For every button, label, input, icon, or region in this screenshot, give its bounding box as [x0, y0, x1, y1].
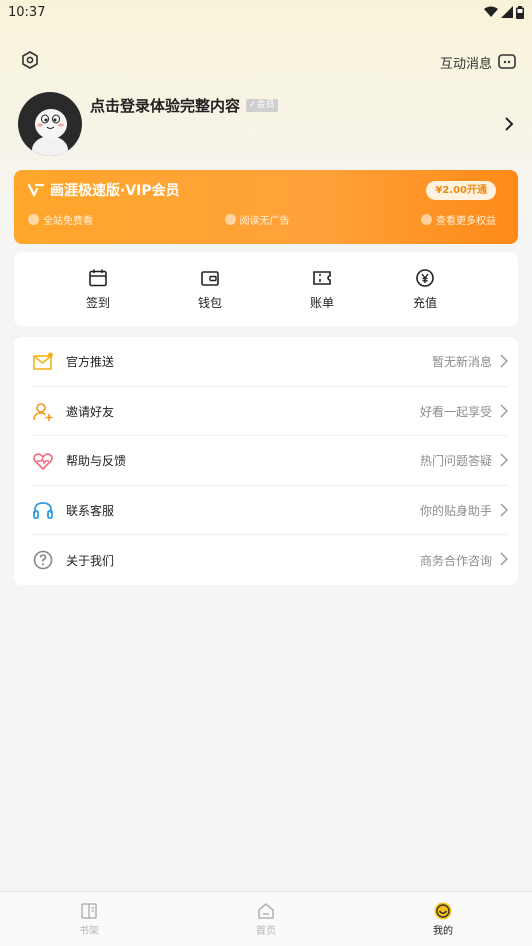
benefit-no-ads: 阅读无广告: [224, 212, 290, 227]
chevron-right-icon: [500, 404, 508, 418]
wallet-icon: [201, 271, 219, 286]
chevron-right-icon: [500, 503, 508, 517]
messages-button[interactable]: 互动消息: [440, 53, 516, 72]
chevron-right-icon[interactable]: [504, 116, 514, 135]
vip-card[interactable]: 画涯极速版·VIP会员 ¥2.00开通 全站免费看 阅读无广告 查看更多权益: [14, 170, 518, 244]
quick-action-checkin[interactable]: 签到: [68, 268, 128, 311]
wifi-icon: [484, 6, 498, 17]
vip-logo-icon: [28, 183, 44, 197]
menu-item-invite[interactable]: 邀请好友 好看一起享受: [14, 387, 518, 437]
menu-item-about[interactable]: 关于我们 商务合作咨询: [14, 535, 518, 585]
quick-action-wallet[interactable]: 钱包: [180, 268, 240, 311]
add-user-icon: [33, 402, 53, 421]
home-icon: [258, 903, 274, 919]
menu-item-help[interactable]: 帮助与反馈 热门问题答疑: [14, 436, 518, 486]
signal-icon: [501, 6, 513, 18]
headset-icon: [33, 501, 53, 519]
benefit-more[interactable]: 查看更多权益: [421, 212, 496, 227]
yen-coin-icon: [416, 269, 434, 287]
chevron-right-icon: [500, 354, 508, 368]
nav-item-home[interactable]: 首页: [226, 902, 306, 937]
member-badge: ✓会员: [246, 99, 278, 112]
status-icons: [484, 5, 524, 19]
profile-section[interactable]: 点击登录体验完整内容 ✓会员: [18, 92, 518, 156]
quick-actions-card: 签到 钱包 账单 充值: [14, 252, 518, 326]
status-bar: 10:37: [0, 0, 532, 24]
calendar-icon: [89, 269, 107, 287]
chevron-right-icon: [500, 552, 508, 566]
quick-action-bills[interactable]: 账单: [292, 268, 352, 311]
battery-icon: [516, 5, 524, 19]
mail-icon: [33, 352, 53, 370]
vip-benefits: 全站免费看 阅读无广告 查看更多权益: [28, 212, 496, 227]
nav-item-bookshelf[interactable]: 书架: [49, 902, 129, 937]
bottom-nav: 书架 首页 我的: [0, 891, 532, 946]
chevron-right-icon: [500, 453, 508, 467]
benefit-free: 全站免费看: [28, 212, 93, 227]
status-time: 10:37: [8, 4, 46, 20]
help-icon: [33, 551, 53, 570]
avatar[interactable]: [18, 92, 82, 156]
message-icon: [498, 54, 516, 69]
login-prompt[interactable]: 点击登录体验完整内容: [90, 95, 240, 116]
vip-open-button[interactable]: ¥2.00开通: [426, 181, 496, 200]
no-ads-icon: [224, 214, 236, 225]
ticket-icon: [313, 271, 331, 285]
profile-text: 点击登录体验完整内容 ✓会员: [90, 95, 278, 116]
nav-item-mine[interactable]: 我的: [403, 902, 483, 937]
quick-action-recharge[interactable]: 充值: [395, 268, 455, 311]
more-icon: [421, 214, 432, 225]
menu-item-official-push[interactable]: 官方推送 暂无新消息: [14, 337, 518, 387]
top-bar: 互动消息: [0, 46, 532, 78]
menu-item-customer-service[interactable]: 联系客服 你的贴身助手: [14, 486, 518, 536]
smile-icon: [434, 902, 452, 920]
bookshelf-icon: [81, 903, 97, 919]
settings-icon[interactable]: [20, 50, 40, 74]
heart-icon: [33, 453, 53, 471]
messages-label: 互动消息: [439, 56, 492, 72]
vip-title: 画涯极速版·VIP会员: [50, 183, 180, 199]
menu-card: 官方推送 暂无新消息 邀请好友 好看一起享受 帮助与反馈 热门问题答疑 联系客服: [14, 337, 518, 585]
free-icon: [28, 214, 39, 225]
